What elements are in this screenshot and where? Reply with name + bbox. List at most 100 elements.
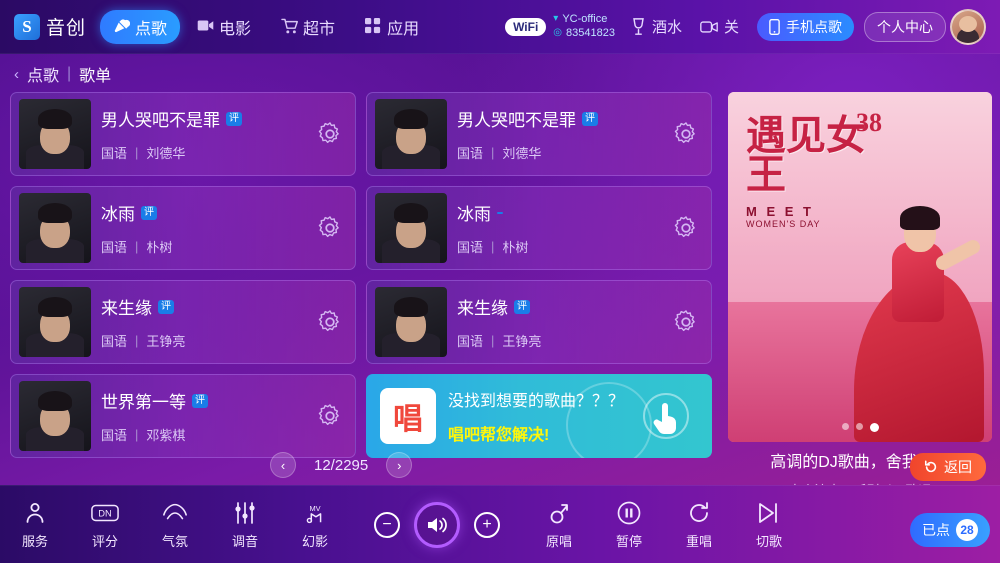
wifi-info: ▾ YC-office ◎ 83541823	[553, 13, 615, 41]
next-track-icon	[756, 500, 782, 526]
song-list-item[interactable]: 冰雨 评 国语 | 朴树	[10, 186, 356, 270]
sing-icon: 唱	[380, 388, 436, 444]
song-artist: 邓紫棋	[146, 428, 186, 443]
back-button[interactable]: 返回	[910, 453, 986, 481]
bottom-item-mood[interactable]: 气氛	[140, 500, 210, 550]
gear-icon[interactable]	[673, 309, 699, 335]
song-artist: 朴树	[502, 240, 529, 255]
song-list-item[interactable]: 来生缘 评 国语 | 王铮亮	[10, 280, 356, 364]
nav-item-apps[interactable]: 应用	[352, 10, 432, 44]
ad-meet-text: M E E T	[746, 204, 814, 220]
ad-title-cn: 遇见女王	[746, 113, 866, 198]
song-list-item[interactable]: 冰雨 国语 | 朴树	[366, 186, 712, 270]
ad-poster: 遇见女王 38 M E E T WOMEN'S DAY	[728, 92, 992, 442]
bottom-item-pause-label: 暂停	[615, 533, 642, 549]
ad-dot-1[interactable]	[841, 423, 849, 430]
song-info: 冰雨 国语 | 朴树	[457, 200, 673, 256]
topbar-video-toggle[interactable]: 关	[700, 16, 739, 37]
bottom-item-service[interactable]: 服务	[0, 500, 70, 550]
gear-icon[interactable]	[317, 215, 343, 241]
nav-item-market[interactable]: 超市	[268, 10, 348, 44]
prev-page-button[interactable]: ‹	[270, 452, 296, 478]
selected-count-label: 已点	[922, 522, 950, 538]
nav-item-market-label: 超市	[303, 20, 336, 38]
main-nav: 点歌 电影 超市 应用	[100, 9, 432, 44]
karaoke-app-screen: S 音创 点歌 电影 超市 应用 WiFi ▾ YC-office ◎ 8354…	[0, 0, 1000, 563]
volume-up-button[interactable]: +	[474, 511, 500, 538]
bottom-item-replay[interactable]: 重唱	[664, 500, 734, 550]
back-button-label: 返回	[944, 459, 972, 475]
ad-dot-2[interactable]	[855, 423, 863, 430]
user-center-button[interactable]: 个人中心	[864, 11, 946, 42]
song-title: 世界第一等	[101, 393, 186, 412]
selected-count-value: 28	[956, 519, 978, 541]
ad-dot-3[interactable]	[869, 423, 879, 432]
app-logo: S 音创	[14, 13, 86, 40]
nav-item-song[interactable]: 点歌	[100, 9, 181, 44]
person-icon	[23, 500, 47, 526]
breadcrumb-current: 歌单	[79, 68, 112, 85]
avatar[interactable]	[950, 8, 986, 45]
gear-icon[interactable]	[673, 215, 699, 241]
song-list: 男人哭吧不是罪 评 国语 | 刘德华 男人哭吧不是罪 评 国语 | 刘德华 冰雨…	[10, 92, 712, 458]
bottom-item-mv[interactable]: MV 幻影	[280, 500, 350, 550]
promo-banner[interactable]: 唱 没找到想要的歌曲？？？ 唱吧帮您解决!	[366, 374, 712, 458]
song-list-item[interactable]: 男人哭吧不是罪 评 国语 | 刘德华	[366, 92, 712, 176]
topbar-drinks-label: 酒水	[651, 19, 682, 36]
sliders-icon	[233, 500, 257, 526]
score-icon: DN	[91, 500, 119, 526]
mic-icon	[113, 18, 131, 35]
bottom-item-score[interactable]: DN 评分	[70, 500, 140, 550]
song-language: 国语	[457, 146, 484, 161]
user-center-label: 个人中心	[877, 18, 933, 35]
volume-down-button[interactable]: −	[374, 511, 400, 538]
ad-carousel-dots[interactable]	[728, 423, 992, 432]
song-title: 来生缘	[457, 299, 508, 318]
topbar-drinks[interactable]: 酒水	[631, 16, 682, 37]
bottom-item-next-song[interactable]: 切歌	[734, 500, 804, 550]
male-symbol-icon	[548, 500, 570, 526]
svg-text:MV: MV	[309, 504, 320, 513]
gear-icon[interactable]	[317, 403, 343, 429]
bottom-item-service-label: 服务	[21, 533, 48, 549]
song-badge: 评	[226, 111, 242, 126]
gear-icon[interactable]	[317, 309, 343, 335]
song-sub-separator: |	[135, 145, 139, 160]
bottom-item-pause[interactable]: 暂停	[594, 500, 664, 550]
bottom-item-tuning[interactable]: 调音	[210, 500, 280, 550]
song-list-item[interactable]: 男人哭吧不是罪 评 国语 | 刘德华	[10, 92, 356, 176]
next-page-button[interactable]: ›	[386, 452, 413, 478]
song-sub-separator: |	[135, 239, 139, 254]
volume-controls: − +	[374, 501, 500, 548]
ad-model-torso	[892, 242, 944, 322]
song-list-item[interactable]: 世界第一等 评 国语 | 邓紫棋	[10, 374, 356, 458]
nav-item-movie[interactable]: 电影	[184, 10, 264, 44]
gear-icon[interactable]	[317, 121, 343, 147]
film-icon	[197, 18, 214, 35]
undo-icon	[924, 460, 938, 474]
song-info: 世界第一等 评 国语 | 邓紫棋	[101, 388, 317, 444]
bottom-item-original-label: 原唱	[545, 533, 572, 549]
selected-count-button[interactable]: 已点 28	[910, 513, 990, 547]
song-list-item[interactable]: 来生缘 评 国语 | 王铮亮	[366, 280, 712, 364]
wifi-ssid-line: ▾ YC-office	[553, 13, 615, 27]
breadcrumb-back-icon[interactable]: ‹	[14, 66, 19, 83]
song-info: 男人哭吧不是罪 评 国语 | 刘德华	[457, 106, 673, 162]
speaker-icon[interactable]	[414, 501, 460, 548]
song-sub-separator: |	[491, 333, 495, 348]
bottom-item-original[interactable]: 原唱	[524, 500, 594, 550]
video-off-icon	[700, 20, 718, 34]
gear-icon[interactable]	[673, 121, 699, 147]
logo-mark: S	[14, 13, 40, 40]
advertisement-panel[interactable]: 遇见女王 38 M E E T WOMEN'S DAY	[728, 92, 992, 442]
topbar-video-label: 关	[723, 19, 739, 36]
song-sub-separator: |	[491, 239, 495, 254]
wifi-status[interactable]: WiFi ▾ YC-office ◎ 83541823	[505, 13, 615, 41]
ad-model-arm	[933, 237, 983, 273]
song-info: 来生缘 评 国语 | 王铮亮	[457, 294, 673, 350]
breadcrumb-root[interactable]: 点歌	[27, 62, 59, 86]
tap-hand-icon	[638, 388, 694, 444]
bottom-item-tuning-label: 调音	[231, 533, 258, 549]
mv-icon: MV	[302, 500, 328, 526]
phone-order-button[interactable]: 手机点歌	[757, 12, 854, 41]
